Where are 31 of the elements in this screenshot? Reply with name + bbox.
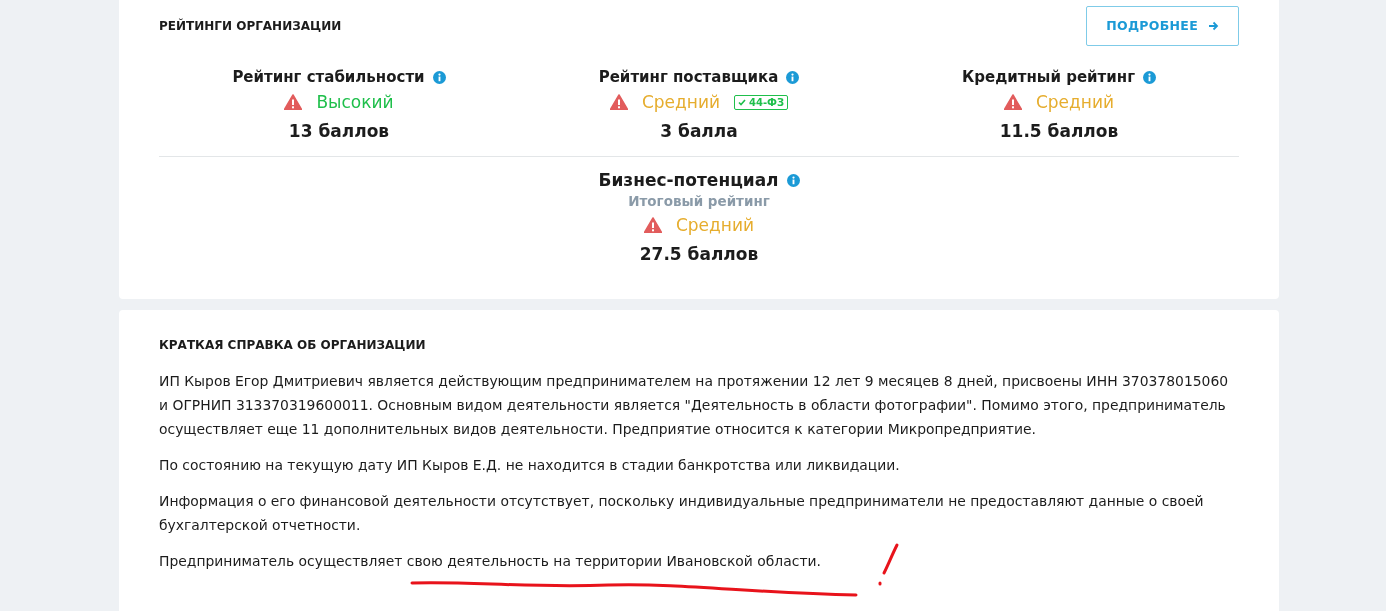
rating-points: 3 балла: [660, 120, 738, 143]
info-icon[interactable]: [786, 173, 800, 187]
rating-points: 13 баллов: [288, 120, 390, 143]
rating-title: Рейтинг поставщика: [598, 67, 779, 88]
rating-title: Кредитный рейтинг: [962, 67, 1135, 88]
paragraph: ИП Кыров Егор Дмитриевич является действующим предпринимателем на протяжении 12 лет 9 месяцев 8 дней, присвоены ИНН 370378015060 и ОГРНИП 313370319600011. Основным видом деятельности является "Деятельность в области фотографии". Помимо этого, предприниматель осуществляет еще 11 дополнительных видов деятельности. Предприятие относится к категории Микропредприятие.: [159, 372, 1230, 439]
paragraph: По состоянию на текущую дату ИП Кыров Е.Д. не находится в стадии банкротства или ликвидации.: [159, 456, 901, 475]
warning-icon: [643, 217, 662, 233]
rating-points: 11.5 баллов: [999, 120, 1119, 143]
rating-status: Средний: [675, 214, 755, 237]
law-badge: 44-ФЗ: [734, 94, 789, 110]
info-icon[interactable]: [786, 70, 800, 84]
rating-status: Средний: [641, 91, 720, 114]
rating-status: Средний: [1035, 91, 1115, 114]
paragraph: Информация о его финансовой деятельности отсутствует, поскольку индивидуальные предприниматели не предоставляют данные о своей бухгалтерской отчетности.: [159, 492, 1205, 535]
section-title: РЕЙТИНГИ ОРГАНИЗАЦИИ: [159, 17, 342, 35]
warning-icon: [609, 94, 628, 110]
warning-icon: [284, 94, 303, 110]
warning-icon: [1003, 94, 1022, 110]
check-icon: [738, 98, 746, 106]
rating-title: Бизнес-потенциал: [598, 169, 779, 191]
rating-subtitle: Итоговый рейтинг: [628, 192, 770, 211]
details-button[interactable]: ПОДРОБНЕЕ: [1086, 6, 1239, 46]
rating-title: Рейтинг стабильности: [232, 67, 425, 88]
paragraph: Предприниматель осуществляет свою деятельность на территории Ивановской области.: [159, 552, 822, 571]
section-title: КРАТКАЯ СПРАВКА ОБ ОРГАНИЗАЦИИ: [159, 337, 427, 354]
info-icon[interactable]: [432, 70, 446, 84]
arrow-right-icon: [1208, 21, 1219, 31]
rating-status: Высокий: [316, 91, 394, 114]
rating-points: 27.5 баллов: [639, 243, 759, 266]
info-icon[interactable]: [1143, 70, 1156, 84]
